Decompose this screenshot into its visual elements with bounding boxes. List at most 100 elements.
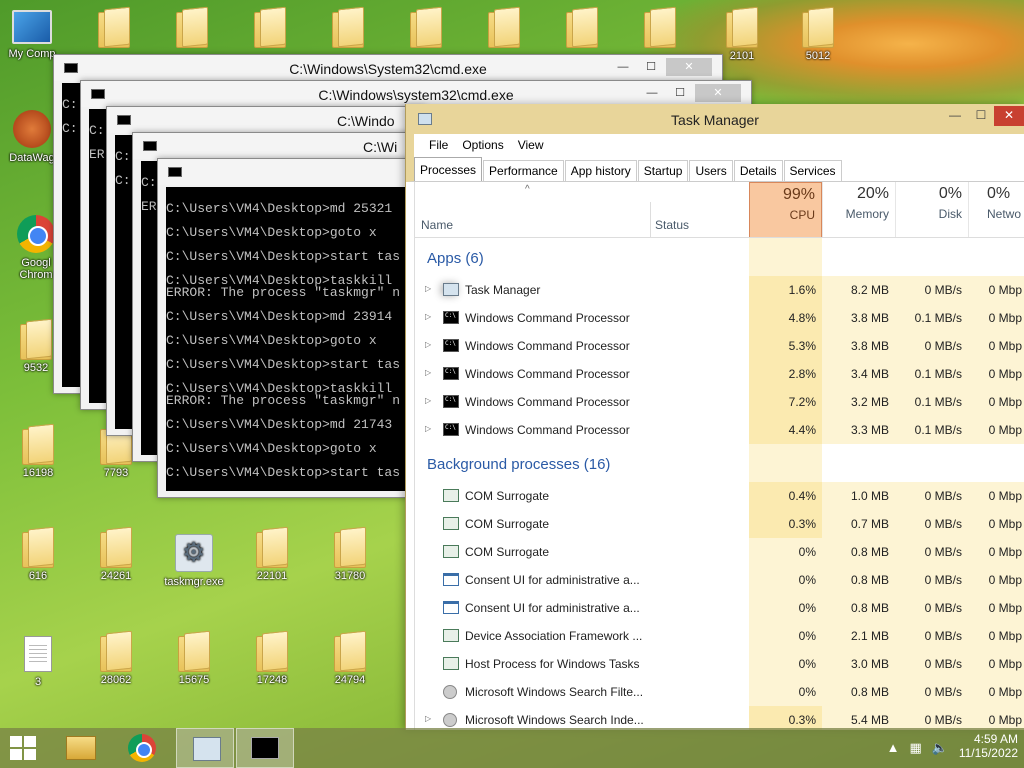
group-apps[interactable]: Apps (6) [415, 238, 1024, 276]
cmd-title-bar[interactable] [158, 159, 426, 185]
expand-chevron-icon[interactable]: ▷ [425, 284, 431, 293]
clock[interactable]: 4:59 AM 11/15/2022 [959, 732, 1018, 760]
close-button[interactable]: ✕ [695, 84, 741, 102]
taskbar-file-explorer[interactable] [52, 728, 110, 768]
desktop-icon-folder[interactable]: 17248 [242, 632, 302, 686]
table-row[interactable]: Consent UI for administrative a... 0% 0.8 … [415, 566, 1024, 594]
desktop-icon-folder[interactable]: 28062 [86, 632, 146, 686]
table-row[interactable]: ▷ Microsoft Windows Search Inde... 0.3% 5.4… [415, 706, 1024, 730]
close-button[interactable]: ✕ [994, 106, 1024, 126]
desktop-icon-folder[interactable] [396, 8, 456, 50]
cmd-title-bar[interactable]: C:\Windo [107, 107, 425, 133]
maximize-button[interactable]: ☐ [667, 84, 693, 102]
table-row[interactable]: ▷ Windows Command Processor 4.4%3.3 MB0.1 … [415, 416, 1024, 444]
desktop-icon-folder[interactable] [552, 8, 612, 50]
console-line: ERROR: The process "taskmgr" n [166, 393, 401, 408]
group-background-processes[interactable]: Background processes (16) [415, 444, 1024, 482]
memory-cell: 3.8 MB [822, 304, 895, 332]
process-name: Microsoft Windows Search Inde... [465, 713, 644, 727]
volume-icon[interactable]: 🔈 [932, 740, 948, 756]
minimize-button[interactable]: — [610, 58, 636, 76]
table-row[interactable]: Consent UI for administrative a... 0% 0.8 … [415, 594, 1024, 622]
desktop-icon-folder[interactable] [162, 8, 222, 50]
gear-icon [175, 534, 213, 572]
desktop-icon-folder[interactable]: 616 [8, 528, 68, 582]
desktop-icon-folder[interactable] [240, 8, 300, 50]
tab-app-history[interactable]: App history [564, 160, 637, 181]
minimize-button[interactable]: — [942, 106, 968, 126]
table-row[interactable]: Host Process for Windows Tasks 0% 3.0 MB 0 … [415, 650, 1024, 678]
cmd-title-bar[interactable]: C:\Wi [133, 133, 427, 159]
cpu-cell: 0% [749, 650, 822, 678]
close-button[interactable]: ✕ [666, 58, 712, 76]
maximize-button[interactable]: ☐ [638, 58, 664, 76]
desktop-icon-folder[interactable] [630, 8, 690, 50]
column-header-memory[interactable]: 20% Memory [822, 182, 895, 237]
taskbar-task-manager[interactable] [176, 728, 234, 768]
expand-chevron-icon[interactable]: ▷ [425, 312, 431, 321]
cpu-column-fill [749, 238, 822, 276]
column-header-cpu[interactable]: 99% CPU [749, 182, 822, 237]
desktop-icon-folder[interactable]: 22101 [242, 528, 302, 582]
column-header-status[interactable]: Status [655, 218, 689, 232]
desktop-icon-folder[interactable]: 15675 [164, 632, 224, 686]
column-header-network[interactable]: 0% Netwo [968, 182, 1024, 237]
task-manager-window[interactable]: Task Manager — ☐ ✕ File Options View Proce… [405, 104, 1024, 730]
folder-icon [726, 8, 758, 48]
table-row[interactable]: COM Surrogate 0.3% 0.7 MB 0 MB/s 0 Mbp [415, 510, 1024, 538]
cmd-title-bar[interactable]: C:\Windows\System32\cmd.exe — ☐ ✕ [54, 55, 722, 81]
disk-cell: 0 MB/s [895, 678, 968, 706]
start-button[interactable] [0, 728, 58, 768]
desktop-icon-folder[interactable]: 24261 [86, 528, 146, 582]
taskbar-cmd[interactable] [236, 728, 294, 768]
desktop-icon-folder[interactable] [474, 8, 534, 50]
column-header-name[interactable]: Name [421, 218, 453, 232]
tab-services[interactable]: Services [783, 160, 842, 181]
tab-processes[interactable]: Processes [414, 157, 483, 181]
desktop-icon-folder[interactable]: 24794 [320, 632, 380, 686]
table-row[interactable]: COM Surrogate 0% 0.8 MB 0 MB/s 0 Mbp [415, 538, 1024, 566]
table-row[interactable]: Microsoft Windows Search Filte... 0% 0.8 M… [415, 678, 1024, 706]
desktop-icon-folder[interactable] [318, 8, 378, 50]
table-row[interactable]: ▷ Windows Command Processor 4.8%3.8 MB0.1 … [415, 304, 1024, 332]
menu-file[interactable]: File [422, 134, 455, 156]
show-hidden-icons-icon[interactable]: ▲ [887, 740, 900, 756]
maximize-button[interactable]: ☐ [968, 106, 994, 126]
desktop-icon-my-computer[interactable]: My Comp [2, 10, 62, 60]
expand-chevron-icon[interactable]: ▷ [425, 424, 431, 433]
menu-options[interactable]: Options [455, 134, 510, 156]
cmd-window-front[interactable]: C:\Users\VM4\Desktop>md 25321 C:\Users\VM… [157, 158, 427, 498]
memory-label: Memory [845, 207, 889, 221]
table-row[interactable]: Device Association Framework ... 0% 2.1 MB… [415, 622, 1024, 650]
desktop-icon-folder[interactable]: 5012 [788, 8, 848, 62]
taskbar-chrome[interactable] [114, 728, 172, 768]
expand-chevron-icon[interactable]: ▷ [425, 368, 431, 377]
task-manager-title-bar[interactable]: Task Manager — ☐ ✕ [406, 104, 1024, 134]
table-row[interactable]: ▷ Windows Command Processor 2.8%3.4 MB0.1 … [415, 360, 1024, 388]
desktop-icon-taskmgr-exe[interactable]: taskmgr.exe [164, 534, 224, 588]
desktop-icon-folder[interactable] [84, 8, 144, 50]
cmd-console[interactable]: C:\Users\VM4\Desktop>md 25321 C:\Users\VM… [166, 187, 420, 491]
table-row[interactable]: ▷ Windows Command Processor 5.3%3.8 MB0 MB… [415, 332, 1024, 360]
table-row[interactable]: COM Surrogate 0.4% 1.0 MB 0 MB/s 0 Mbp [415, 482, 1024, 510]
expand-chevron-icon[interactable]: ▷ [425, 714, 431, 723]
menu-view[interactable]: View [511, 134, 551, 156]
tab-startup[interactable]: Startup [637, 160, 689, 181]
disk-cell: 0 MB/s [895, 332, 968, 360]
network-icon[interactable]: ▦ [910, 740, 922, 756]
tab-users[interactable]: Users [689, 160, 733, 181]
cpu-cell: 0.3% [749, 510, 822, 538]
desktop-icon-text-file[interactable]: 3 [8, 636, 68, 688]
desktop-icon-folder[interactable]: 31780 [320, 528, 380, 582]
tab-details[interactable]: Details [733, 160, 783, 181]
table-row[interactable]: ▷ Task Manager 1.6% 8.2 MB 0 MB/s 0 Mbp [415, 276, 1024, 304]
minimize-button[interactable]: — [639, 84, 665, 102]
desktop-icon-folder[interactable]: 16198 [8, 425, 68, 479]
process-icon [443, 657, 459, 670]
expand-chevron-icon[interactable]: ▷ [425, 396, 431, 405]
expand-chevron-icon[interactable]: ▷ [425, 340, 431, 349]
table-row[interactable]: ▷ Windows Command Processor 7.2%3.2 MB0.1 … [415, 388, 1024, 416]
network-cell: 0 Mbp [968, 360, 1024, 388]
column-header-disk[interactable]: 0% Disk [895, 182, 968, 237]
tab-performance[interactable]: Performance [483, 160, 564, 181]
